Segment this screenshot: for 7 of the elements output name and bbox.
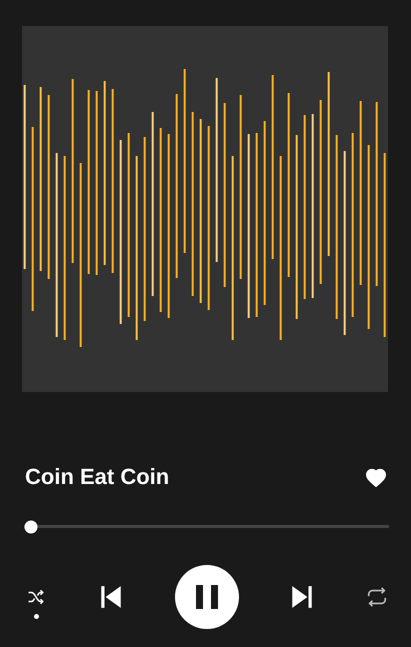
progress-thumb[interactable] [24, 520, 38, 533]
repeat-icon[interactable] [365, 586, 389, 608]
heart-icon[interactable] [365, 467, 387, 487]
pause-icon [196, 585, 218, 609]
song-title: Coin Eat Coin [25, 464, 170, 490]
shuffle-icon[interactable] [26, 588, 46, 606]
active-dot [34, 614, 38, 619]
